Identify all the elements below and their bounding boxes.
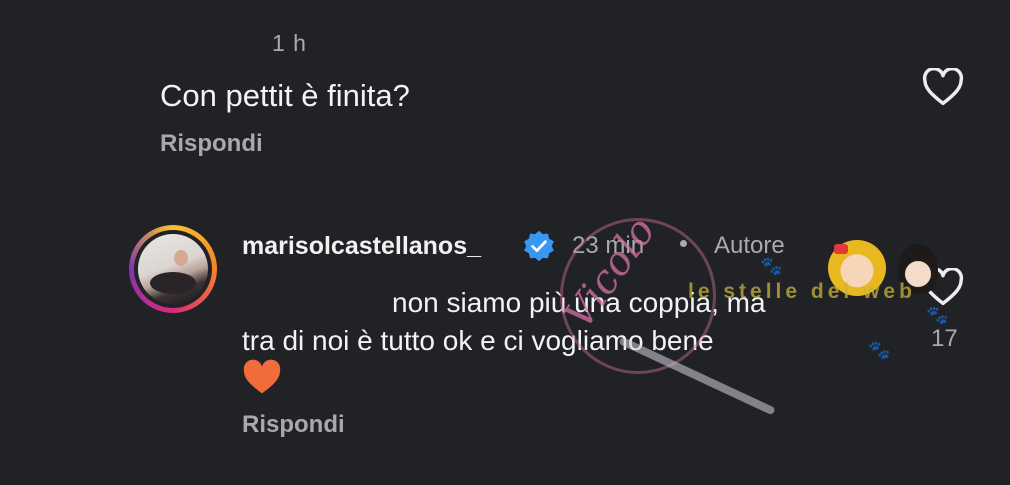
reply-button[interactable]: Rispondi	[242, 411, 345, 439]
heart-outline-icon[interactable]	[922, 68, 964, 106]
like-count: 17	[931, 325, 958, 352]
reply-button[interactable]: Rispondi	[160, 130, 263, 158]
orange-heart-emoji	[243, 359, 281, 394]
avatar-photo	[138, 234, 208, 304]
paw-icon: 🐾	[760, 256, 783, 276]
username[interactable]: marisolcastellanos_	[242, 232, 481, 261]
comment-timestamp: 1 h	[272, 30, 307, 56]
paw-icon: 🐾	[868, 340, 891, 360]
comment-text: Con pettit è finita?	[160, 78, 410, 113]
paw-icon: 🐾	[926, 305, 949, 325]
watermark-bow	[834, 244, 848, 254]
watermark-band-text: le stelle del web	[688, 280, 916, 303]
avatar[interactable]	[129, 225, 217, 313]
verified-badge-icon	[524, 230, 554, 262]
